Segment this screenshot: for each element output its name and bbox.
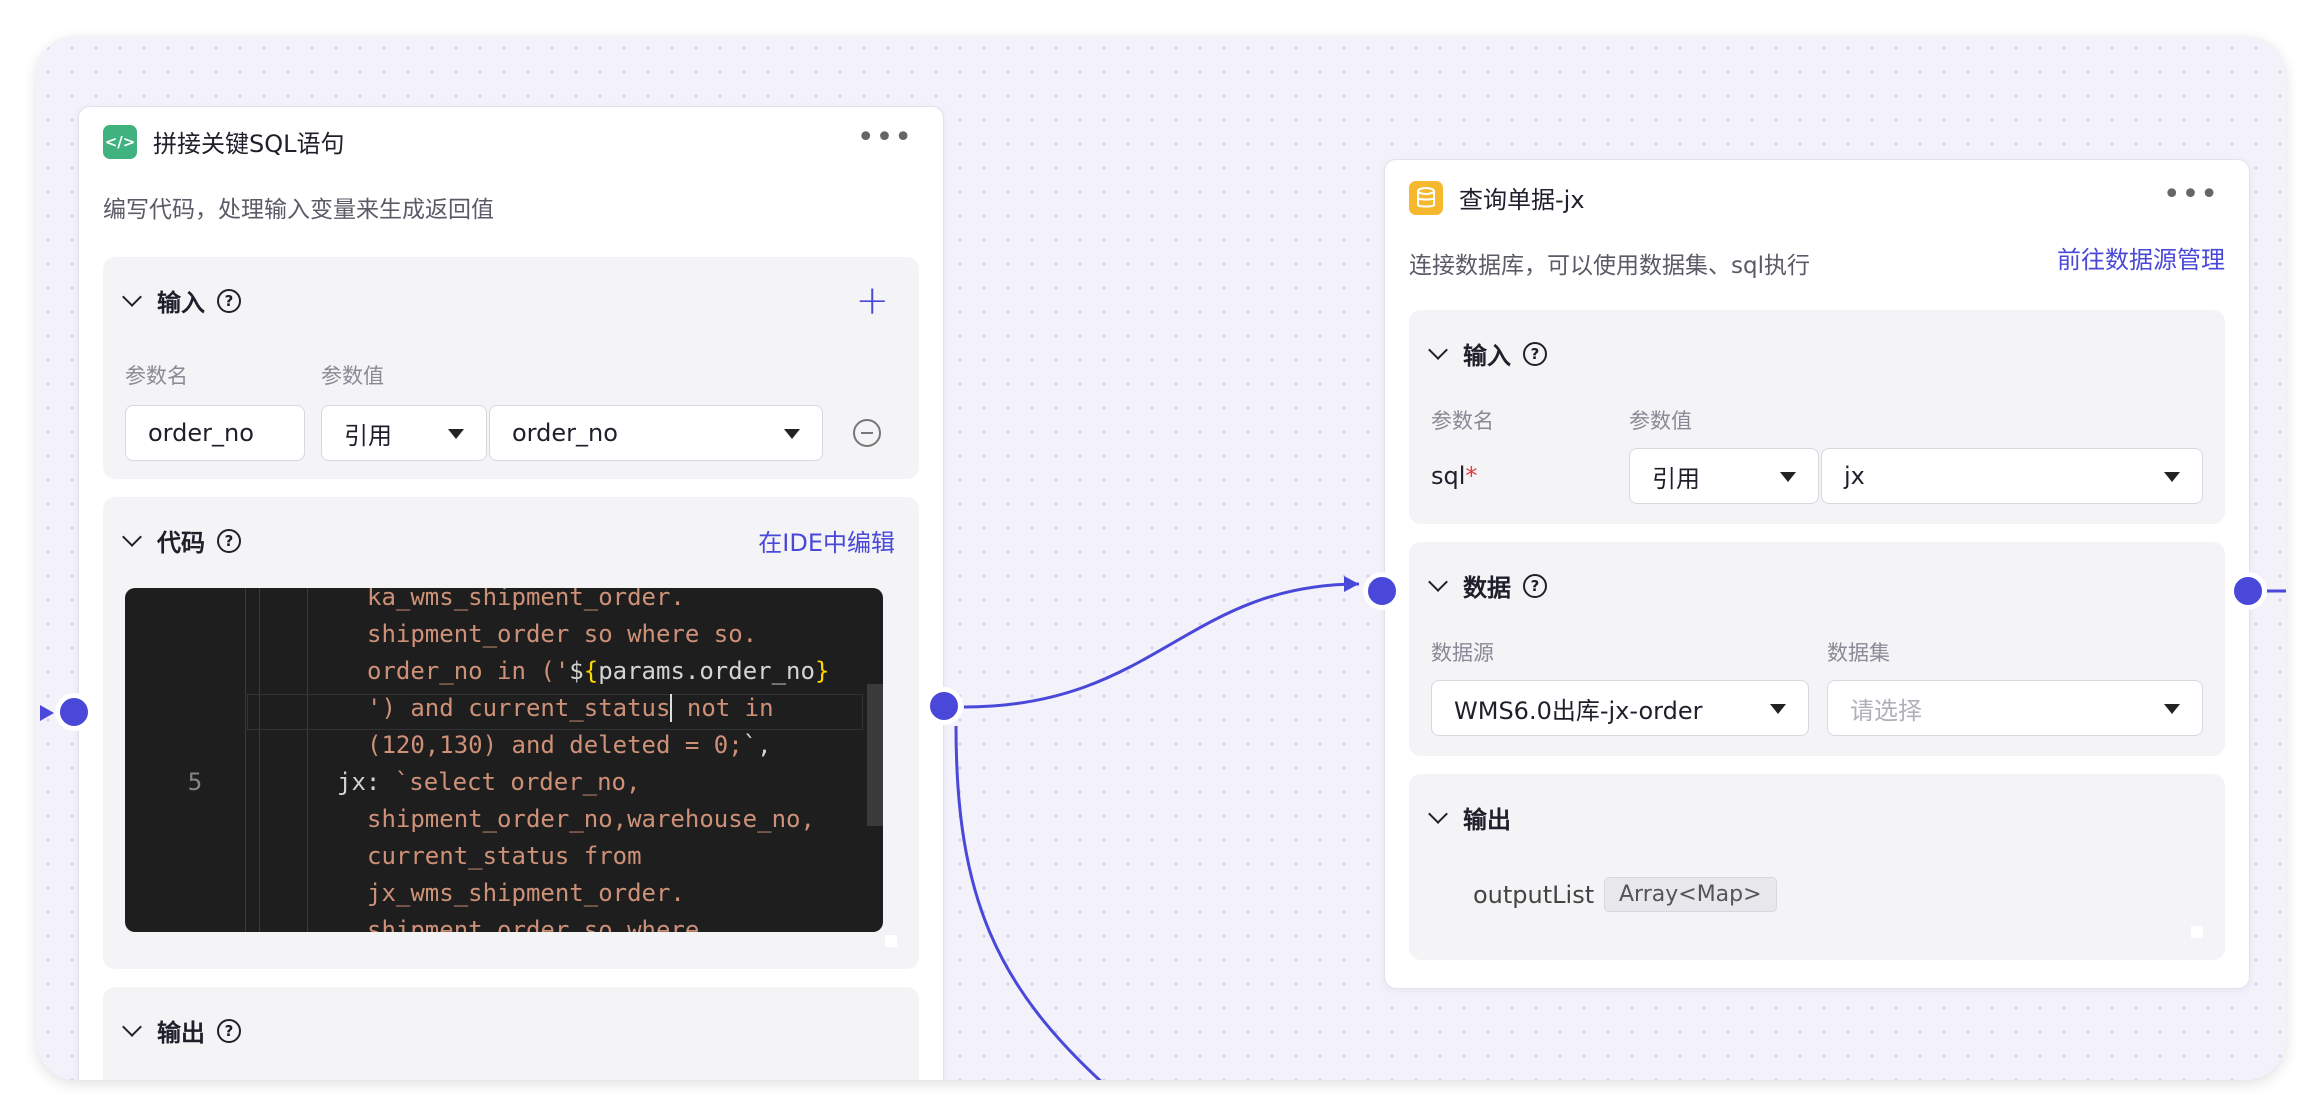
input-section-header[interactable]: 输入 ? [1428,336,1547,371]
datasource-select[interactable]: WMS6.0出库-jx-order [1431,680,1809,736]
code-panel: 代码 ? 在IDE中编辑 ka_wms_shipment_order. ship… [103,497,919,969]
dataset-select[interactable]: 请选择 [1827,680,2203,736]
wire-node1-down [954,725,1102,1080]
line-number: 5 [187,768,203,796]
help-icon[interactable]: ? [217,528,241,553]
more-icon[interactable]: ••• [2163,180,2219,210]
chevron-down-icon[interactable] [1428,339,1448,360]
node1-input-port[interactable] [55,693,93,731]
wire-left-arrowhead [40,705,54,721]
caret-down-icon [448,429,464,439]
dataset-label: 数据集 [1827,641,1890,665]
param-value-label: 参数值 [321,364,384,388]
code-line: shipment_order so where so. [367,620,758,648]
code-editor[interactable]: ka_wms_shipment_order. shipment_order so… [125,588,883,932]
code-line: order_no in ('${params.order_no} [367,657,830,685]
code-section-header[interactable]: 代码 ? [122,523,241,558]
data-section-header[interactable]: 数据 ? [1428,568,1547,603]
wire-node1-to-node2 [963,582,1360,709]
caret-down-icon [1770,704,1786,714]
caret-down-icon [1780,472,1796,482]
output-var-name: outputList [1473,881,1595,909]
node2-output-port[interactable] [2229,572,2267,610]
chevron-down-icon[interactable] [1428,571,1448,592]
caret-down-icon [2164,704,2180,714]
resize-handle[interactable] [885,935,897,947]
node-header: </> 拼接关键SQL语句 [103,124,345,159]
help-icon[interactable]: ? [1523,341,1547,366]
code-line: ') and current_status not in [367,694,774,722]
node-title: 查询单据-jx [1459,186,1585,214]
code-scrollbar[interactable] [867,684,883,826]
required-mark: * [1465,462,1478,490]
param-name-text: sql* [1431,462,1478,490]
caret-down-icon [784,429,800,439]
code-icon: </> [103,124,137,159]
code-node[interactable]: </> 拼接关键SQL语句 ••• 编写代码，处理输入变量来生成返回值 输入 ?… [78,106,944,1080]
datasource-label: 数据源 [1431,641,1494,665]
input-section-header[interactable]: 输入 ? [122,283,241,318]
param-name-input[interactable]: order_no [125,405,305,461]
wire-arrowhead [1344,576,1359,592]
output-section-header[interactable]: 输出 ? [122,1013,241,1048]
code-line: shipment_order_no,warehouse_no, [367,805,815,833]
chevron-down-icon[interactable] [122,526,142,547]
code-line: ka_wms_shipment_order. [367,588,685,611]
data-panel: 数据 ? 数据源 数据集 WMS6.0出库-jx-order 请选择 [1409,542,2225,756]
node-title: 拼接关键SQL语句 [153,130,345,158]
workflow-canvas[interactable]: zhouyiru zhouyiru zhouyiru </> 拼接关键SQL语句… [36,36,2286,1080]
chevron-down-icon[interactable] [1428,803,1448,824]
edit-in-ide-link[interactable]: 在IDE中编辑 [758,523,895,558]
input-panel: 输入 ? + 参数名 参数值 order_no 引用 order_no [103,257,919,479]
chevron-down-icon[interactable] [122,1016,142,1037]
remove-param-icon[interactable] [853,419,881,447]
database-icon [1409,180,1443,215]
code-line: current_status from [367,842,642,870]
output-panel: 输出 ? [103,987,919,1080]
node-header: 查询单据-jx [1409,180,1585,215]
ref-type-select[interactable]: 引用 [321,405,487,461]
node-description: 编写代码，处理输入变量来生成返回值 [103,197,494,223]
output-panel: 输出 outputList Array<Map> [1409,774,2225,960]
node-description: 连接数据库，可以使用数据集、sql执行 [1409,253,1810,279]
code-line: jx_wms_shipment_order. [367,879,685,907]
code-line: (120,130) and deleted = 0;`, [367,731,772,759]
chevron-down-icon[interactable] [122,286,142,307]
output-section-header[interactable]: 输出 [1428,800,1511,835]
param-name-label: 参数名 [125,364,188,388]
node2-input-port[interactable] [1363,572,1401,610]
ref-value-select[interactable]: jx [1821,448,2203,504]
resize-handle[interactable] [2191,926,2203,938]
ref-type-select[interactable]: 引用 [1629,448,1819,504]
code-line: jx: `select order_no, [337,768,641,796]
param-name-label: 参数名 [1431,409,1494,433]
datasource-manage-link[interactable]: 前往数据源管理 [2057,240,2225,275]
node1-output-port[interactable] [925,687,963,725]
param-value-label: 参数值 [1629,409,1692,433]
ref-value-select[interactable]: order_no [489,405,823,461]
input-panel: 输入 ? 参数名 参数值 sql* 引用 jx [1409,310,2225,524]
output-type-badge: Array<Map> [1604,877,1777,912]
database-query-node[interactable]: 查询单据-jx ••• 连接数据库，可以使用数据集、sql执行 前往数据源管理 … [1384,159,2250,989]
help-icon[interactable]: ? [1523,573,1547,598]
help-icon[interactable]: ? [217,288,241,313]
help-icon[interactable]: ? [217,1018,241,1043]
code-line: shipment_order so where [367,916,700,932]
add-param-button[interactable]: + [855,281,889,321]
more-icon[interactable]: ••• [857,123,913,153]
caret-down-icon [2164,472,2180,482]
